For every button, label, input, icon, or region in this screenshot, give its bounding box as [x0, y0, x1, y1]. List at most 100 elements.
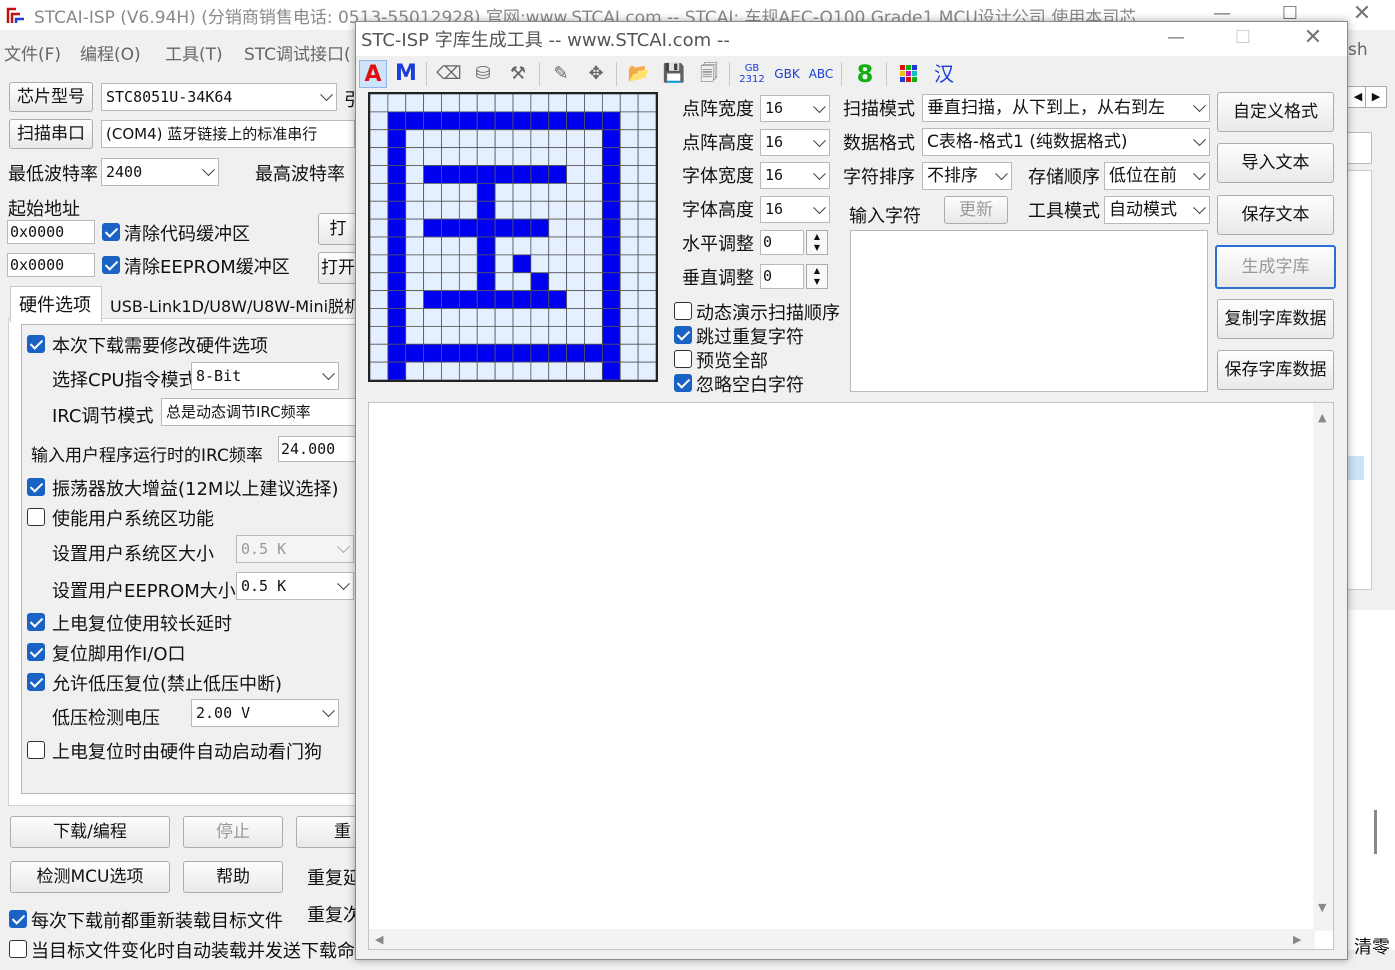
dot-cell[interactable]	[619, 94, 639, 113]
dot-cell[interactable]	[566, 94, 585, 113]
reset-pin-io-checkbox[interactable]	[27, 643, 45, 661]
dot-cell[interactable]	[405, 361, 425, 380]
dot-cell[interactable]	[619, 147, 639, 166]
dot-cell[interactable]	[637, 272, 656, 292]
dot-cell[interactable]	[584, 254, 603, 274]
store-order-select[interactable]: 低位在前	[1104, 162, 1210, 190]
dot-cell[interactable]	[584, 182, 603, 202]
dot-cell[interactable]	[584, 325, 603, 345]
dot-width-select[interactable]: 16	[760, 95, 830, 122]
dot-cell[interactable]	[548, 325, 568, 345]
dot-cell[interactable]	[637, 147, 656, 166]
scan-mode-select[interactable]: 垂直扫描，从下到上，从右到左	[922, 94, 1210, 122]
h-adjust-spinner[interactable]: ▲ ▼	[806, 230, 828, 255]
dot-cell[interactable]	[512, 200, 532, 220]
dot-cell[interactable]	[584, 94, 603, 113]
dot-cell[interactable]	[370, 165, 389, 184]
import-text-button[interactable]: 导入文本	[1217, 143, 1334, 183]
dot-cell[interactable]	[619, 111, 639, 131]
dot-cell[interactable]	[458, 343, 478, 363]
dot-cell[interactable]	[370, 94, 389, 113]
open-code-button[interactable]: 打	[318, 213, 358, 245]
dot-cell[interactable]	[566, 111, 585, 131]
dot-cell[interactable]	[584, 147, 603, 166]
dot-cell[interactable]	[494, 290, 514, 309]
dot-cell[interactable]	[601, 147, 621, 166]
dot-cell[interactable]	[458, 254, 478, 274]
dot-cell[interactable]	[458, 165, 478, 184]
dot-cell[interactable]	[441, 272, 460, 292]
main-right-combo[interactable]	[1348, 132, 1372, 164]
preview-all-checkbox[interactable]	[674, 350, 692, 368]
dot-cell[interactable]	[584, 129, 603, 149]
dot-cell[interactable]	[619, 182, 639, 202]
dot-cell[interactable]	[458, 182, 478, 202]
gbk-icon[interactable]: GBK	[773, 60, 801, 88]
dot-cell[interactable]	[584, 343, 603, 363]
tool-mode-select[interactable]: 自动模式	[1104, 196, 1210, 224]
dot-cell[interactable]	[512, 325, 532, 345]
dot-cell[interactable]	[370, 343, 389, 363]
dot-cell[interactable]	[494, 200, 514, 220]
dot-cell[interactable]	[387, 325, 407, 345]
dot-cell[interactable]	[548, 129, 568, 149]
dot-cell[interactable]	[441, 147, 460, 166]
dot-cell[interactable]	[566, 325, 585, 345]
dot-cell[interactable]	[387, 308, 407, 327]
dot-cell[interactable]	[423, 272, 442, 292]
dot-cell[interactable]	[494, 308, 514, 327]
long-delay-checkbox[interactable]	[27, 613, 45, 631]
dot-cell[interactable]	[619, 272, 639, 292]
dot-cell[interactable]	[494, 343, 514, 363]
dot-cell[interactable]	[601, 218, 621, 238]
dot-cell[interactable]	[530, 165, 550, 184]
dot-cell[interactable]	[423, 218, 442, 238]
dialog-close-button[interactable]: ✕	[1293, 26, 1333, 52]
dot-cell[interactable]	[512, 343, 532, 363]
dot-cell[interactable]	[548, 254, 568, 274]
scroll-left-icon[interactable]: ◀	[375, 933, 383, 946]
brush-icon[interactable]: ⚒	[504, 60, 532, 88]
dot-cell[interactable]	[584, 361, 603, 380]
dot-cell[interactable]	[619, 290, 639, 309]
dot-cell[interactable]	[441, 236, 460, 256]
scrollbar-thumb[interactable]	[1374, 810, 1377, 854]
dot-cell[interactable]	[387, 343, 407, 363]
dot-cell[interactable]	[387, 272, 407, 292]
dot-cell[interactable]	[494, 165, 514, 184]
dot-cell[interactable]	[584, 272, 603, 292]
dot-cell[interactable]	[476, 343, 496, 363]
dot-cell[interactable]	[512, 272, 532, 292]
dot-cell[interactable]	[601, 290, 621, 309]
dot-cell[interactable]	[637, 325, 656, 345]
dot-cell[interactable]	[370, 129, 389, 149]
h-adjust-input[interactable]: 0	[760, 230, 804, 255]
dot-cell[interactable]	[405, 343, 425, 363]
dot-cell[interactable]	[566, 236, 585, 256]
user-sys-area-checkbox[interactable]	[27, 508, 45, 526]
save-data-button[interactable]: 保存字库数据	[1217, 350, 1334, 390]
dot-cell[interactable]	[512, 147, 532, 166]
dot-cell[interactable]	[458, 200, 478, 220]
dot-cell[interactable]	[405, 165, 425, 184]
open-folder-icon[interactable]: 📂	[625, 60, 653, 88]
dot-cell[interactable]	[441, 111, 460, 131]
dot-cell[interactable]	[476, 325, 496, 345]
dot-cell[interactable]	[601, 200, 621, 220]
dot-cell[interactable]	[370, 147, 389, 166]
dot-cell[interactable]	[387, 200, 407, 220]
dot-cell[interactable]	[494, 147, 514, 166]
dot-cell[interactable]	[370, 182, 389, 202]
osc-gain-checkbox[interactable]	[27, 478, 45, 496]
dot-cell[interactable]	[619, 361, 639, 380]
menu-file[interactable]: 文件(F)	[4, 40, 61, 65]
update-button[interactable]: 更新	[944, 196, 1008, 224]
auto-send-checkbox[interactable]	[9, 940, 27, 958]
dot-cell[interactable]	[619, 129, 639, 149]
dot-cell[interactable]	[441, 200, 460, 220]
dot-cell[interactable]	[601, 165, 621, 184]
dot-cell[interactable]	[476, 129, 496, 149]
scroll-right-icon[interactable]: ▶	[1293, 933, 1301, 946]
dot-cell[interactable]	[387, 254, 407, 274]
chip-model-select[interactable]: STC8051U-34K64	[101, 83, 337, 111]
